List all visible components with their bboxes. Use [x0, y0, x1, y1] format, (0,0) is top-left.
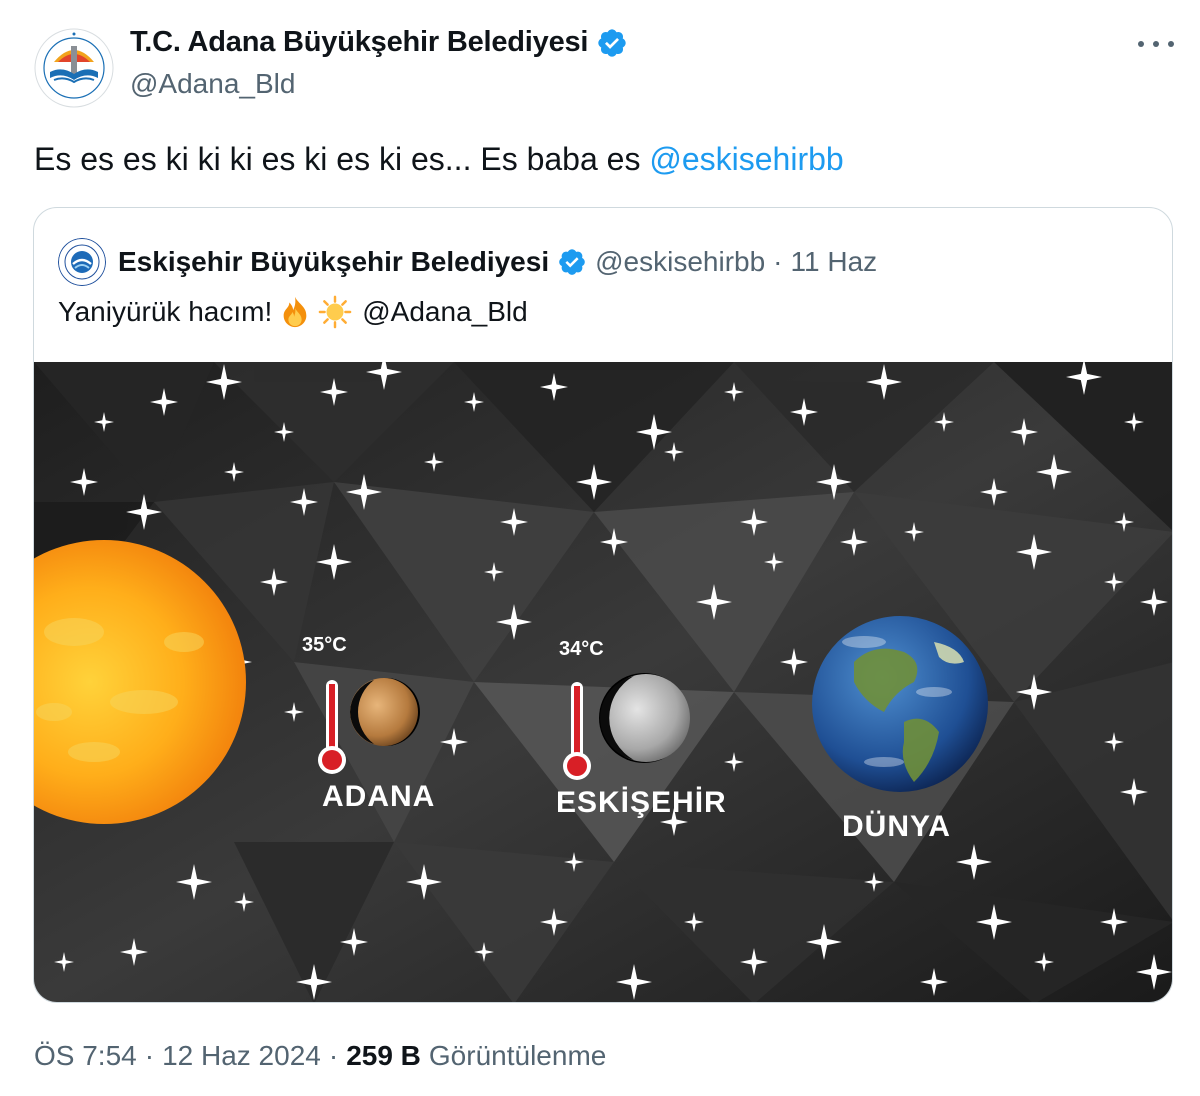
author-name-row: T.C. Adana Büyükşehir Belediyesi [130, 26, 628, 59]
adana-logo-icon [34, 28, 114, 108]
author-name[interactable]: T.C. Adana Büyükşehir Belediyesi [130, 26, 588, 59]
author-avatar[interactable] [34, 28, 114, 108]
views-label: Görüntülenme [428, 1040, 607, 1071]
author-handle[interactable]: @Adana_Bld [130, 68, 295, 100]
label-adana: ADANA [322, 780, 435, 813]
more-options-icon[interactable] [1138, 32, 1174, 56]
sun-emoji-icon [318, 295, 352, 329]
quoted-mention: @Adana_Bld [362, 296, 528, 327]
verified-badge-icon [598, 28, 626, 57]
space-illustration: 35°C ADANA 34°C ESKİŞEHİR DÜNYA [34, 362, 1172, 1002]
tweet-date[interactable]: 12 Haz 2024 [162, 1040, 321, 1072]
quoted-verified-badge-icon [559, 249, 585, 275]
quoted-tweet-text: Yaniyürük hacım! @Adana_Bld [58, 294, 528, 330]
meta-separator: · [144, 1040, 155, 1071]
tweet-text-plain: Es es es ki ki ki es ki es ki es... Es b… [34, 141, 650, 177]
quoted-tweet-card[interactable]: Eskişehir Büyükşehir Belediyesi @eskiseh… [33, 207, 1173, 1003]
temp-adana: 35°C [302, 634, 347, 656]
quoted-text-plain: Yaniyürük hacım! [58, 296, 273, 327]
quoted-tweet-header: Eskişehir Büyükşehir Belediyesi @eskiseh… [58, 238, 877, 286]
quoted-date[interactable]: 11 Haz [791, 246, 878, 278]
label-dunya: DÜNYA [842, 810, 951, 843]
tweet-text: Es es es ki ki ki es ki es ki es... Es b… [34, 138, 844, 180]
tweet-mention-link[interactable]: @eskisehirbb [649, 141, 843, 177]
quoted-tweet-image[interactable]: 35°C ADANA 34°C ESKİŞEHİR DÜNYA [34, 362, 1172, 1002]
tweet-time[interactable]: ÖS 7:54 [34, 1040, 137, 1072]
tweet-meta: ÖS 7:54 · 12 Haz 2024 · 259 B Görüntülen… [34, 1040, 606, 1072]
fire-emoji-icon [283, 296, 307, 328]
eskisehir-logo-icon [58, 238, 106, 286]
quoted-author-handle[interactable]: @eskisehirbb [595, 246, 765, 278]
quoted-separator: · [773, 246, 783, 277]
planet-adana [350, 678, 418, 746]
quoted-author-avatar[interactable] [58, 238, 106, 286]
planet-earth [812, 616, 988, 792]
label-eskisehir: ESKİŞEHİR [556, 786, 727, 819]
meta-separator-2: · [328, 1040, 339, 1071]
temp-eskisehir: 34°C [559, 638, 604, 660]
quoted-author-name[interactable]: Eskişehir Büyükşehir Belediyesi [118, 246, 549, 278]
views-count: 259 B [346, 1040, 421, 1071]
